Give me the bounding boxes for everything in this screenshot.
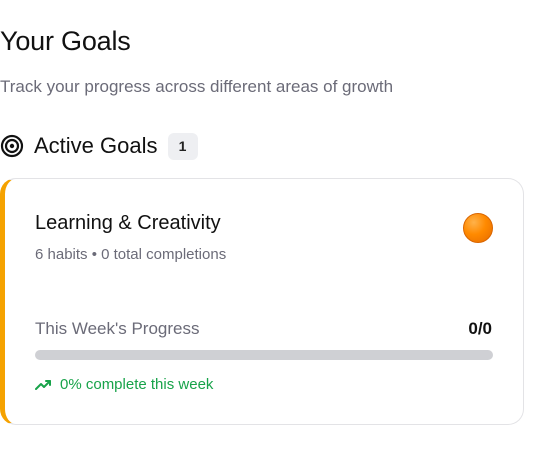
goals-page: Your Goals Track your progress across di… — [0, 0, 533, 450]
page-title: Your Goals — [0, 26, 131, 56]
target-icon — [0, 134, 24, 158]
goal-count-badge: 1 — [167, 132, 198, 160]
goal-color-dot — [463, 213, 493, 243]
goal-meta: 6 habits • 0 total completions — [35, 246, 227, 263]
active-goals-header: Active Goals 1 — [0, 131, 198, 161]
page-subtitle: Track your progress across different are… — [0, 77, 394, 96]
progress-value: 0/0 — [468, 319, 492, 338]
progress-bar — [35, 350, 493, 360]
section-title: Active Goals — [34, 133, 158, 158]
goal-card[interactable]: Learning & Creativity 6 habits • 0 total… — [0, 178, 524, 425]
trending-up-icon — [35, 377, 51, 393]
progress-label: This Week's Progress — [35, 319, 200, 338]
weekly-completion: 0% complete this week — [35, 376, 213, 393]
weekly-completion-text: 0% complete this week — [60, 376, 214, 393]
goal-title: Learning & Creativity — [35, 212, 221, 234]
